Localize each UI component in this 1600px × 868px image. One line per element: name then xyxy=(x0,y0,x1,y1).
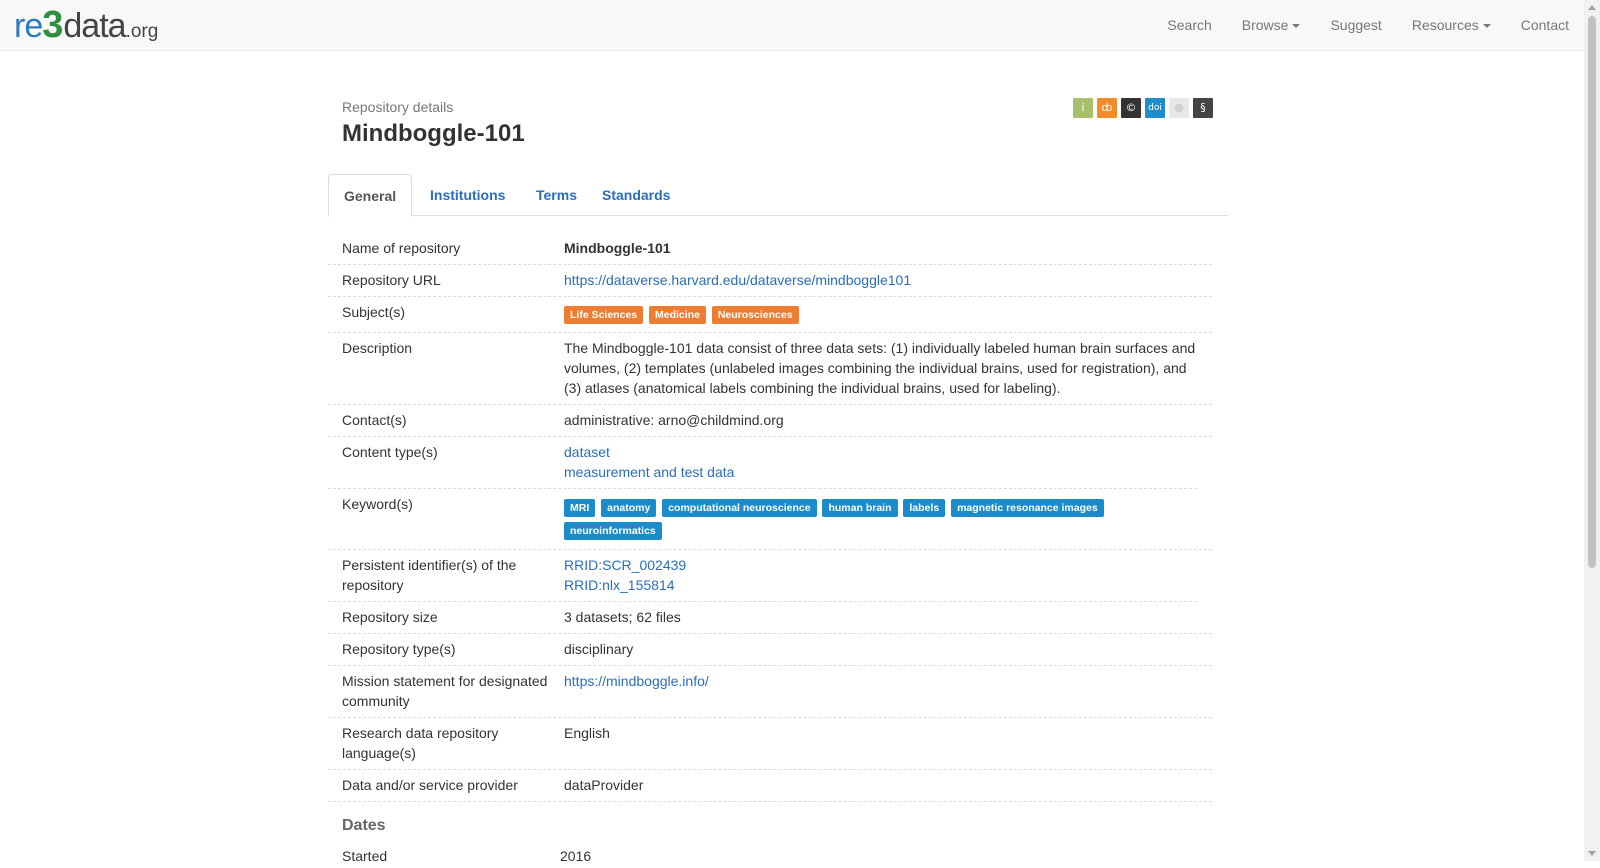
repository-badges: i ȸ © doi ● § xyxy=(1073,98,1213,118)
mission-link[interactable]: https://mindboggle.info/ xyxy=(564,673,709,689)
vertical-scrollbar[interactable] xyxy=(1584,0,1600,861)
language-value: English xyxy=(564,725,610,741)
logo-three: 3 xyxy=(42,4,64,46)
nav-browse-label: Browse xyxy=(1241,17,1289,33)
scroll-up-arrow-icon[interactable] xyxy=(1588,5,1596,10)
nav-links: Search Browse Suggest Resources Contact xyxy=(1152,0,1584,50)
nav-search-link[interactable]: Search xyxy=(1152,0,1226,50)
navbar: re3data.org Search Browse Suggest Resour… xyxy=(0,0,1584,51)
nav-browse-dropdown[interactable]: Browse xyxy=(1227,0,1316,50)
row-label: Name of repository xyxy=(342,240,461,256)
open-access-icon[interactable]: ȸ xyxy=(1097,98,1117,118)
row-label: Data and/or service provider xyxy=(342,777,518,793)
detail-row-url: Repository URL https://dataverse.harvard… xyxy=(328,265,1212,297)
re3data-logo[interactable]: re3data.org xyxy=(14,4,159,46)
nav-suggest-label: Suggest xyxy=(1330,17,1382,33)
row-label: Description xyxy=(342,340,413,356)
type-value: disciplinary xyxy=(564,641,634,657)
subject-tag[interactable]: Medicine xyxy=(649,306,706,324)
subject-tag[interactable]: Neurosciences xyxy=(711,306,799,324)
content-type-link[interactable]: measurement and test data xyxy=(564,462,1187,482)
caret-down-icon xyxy=(1292,24,1301,29)
repository-details: Name of repository Mindboggle-101 Reposi… xyxy=(328,233,1212,802)
tab-standards[interactable]: Standards xyxy=(587,174,685,216)
nav-resources-label: Resources xyxy=(1411,17,1479,33)
certificate-icon[interactable]: ● xyxy=(1169,98,1189,118)
row-label: Repository size xyxy=(342,609,438,625)
row-label: Mission statement for designated communi… xyxy=(342,673,548,709)
row-label: Contact(s) xyxy=(342,412,407,428)
caret-down-icon xyxy=(1482,24,1491,29)
page-title: Mindboggle-101 xyxy=(342,120,525,147)
keyword-tag[interactable]: MRI xyxy=(564,499,596,517)
row-label: Research data repository language(s) xyxy=(342,725,499,761)
repository-name-value: Mindboggle-101 xyxy=(564,240,671,256)
subject-tag[interactable]: Life Sciences xyxy=(564,306,644,324)
detail-row-size: Repository size 3 datasets; 62 files xyxy=(328,602,1212,634)
logo-org: .org xyxy=(125,21,159,42)
detail-row-provider: Data and/or service provider dataProvide… xyxy=(328,770,1212,802)
dates-section-title: Dates xyxy=(342,817,386,834)
keyword-tag[interactable]: anatomy xyxy=(601,499,657,517)
row-label: Persistent identifier(s) of the reposito… xyxy=(342,557,517,593)
keyword-tag[interactable]: magnetic resonance images xyxy=(951,499,1104,517)
detail-row-language: Research data repository language(s) Eng… xyxy=(328,718,1212,770)
pid-link[interactable]: RRID:nlx_155814 xyxy=(564,575,1187,595)
detail-row-description: Description The Mindboggle-101 data cons… xyxy=(328,333,1212,405)
started-value: 2016 xyxy=(560,848,592,864)
started-row: Started 2016 xyxy=(342,848,942,868)
keyword-tag[interactable]: labels xyxy=(903,499,946,517)
detail-row-persistent-identifiers: Persistent identifier(s) of the reposito… xyxy=(328,550,1197,602)
page-subtitle: Repository details xyxy=(342,99,454,115)
nav-search-label: Search xyxy=(1167,17,1212,33)
nav-resources-dropdown[interactable]: Resources xyxy=(1397,0,1506,50)
scroll-down-arrow-icon[interactable] xyxy=(1588,851,1596,856)
copyright-icon[interactable]: © xyxy=(1121,98,1141,118)
keyword-tag[interactable]: computational neuroscience xyxy=(662,499,817,517)
size-value: 3 datasets; 62 files xyxy=(564,609,681,625)
tab-terms[interactable]: Terms xyxy=(521,174,592,216)
info-icon[interactable]: i xyxy=(1073,98,1093,118)
scroll-thumb[interactable] xyxy=(1588,16,1596,568)
detail-row-content-types: Content type(s) dataset measurement and … xyxy=(328,437,1197,489)
doi-icon[interactable]: doi xyxy=(1145,98,1165,118)
pid-link[interactable]: RRID:SCR_002439 xyxy=(564,555,1187,575)
detail-row-type: Repository type(s) disciplinary xyxy=(328,634,1212,666)
row-label: Subject(s) xyxy=(342,304,406,320)
detail-row-mission: Mission statement for designated communi… xyxy=(328,666,1212,718)
row-label: Keyword(s) xyxy=(342,496,413,512)
detail-row-contacts: Contact(s) administrative: arno@childmin… xyxy=(328,405,1212,437)
description-value: The Mindboggle-101 data consist of three… xyxy=(564,340,1196,396)
repository-url-link[interactable]: https://dataverse.harvard.edu/dataverse/… xyxy=(564,272,911,288)
content-type-link[interactable]: dataset xyxy=(564,442,1187,462)
row-label: Repository URL xyxy=(342,272,441,288)
row-label: Content type(s) xyxy=(342,444,438,460)
contact-value: administrative: arno@childmind.org xyxy=(564,412,784,428)
nav-contact-label: Contact xyxy=(1520,17,1569,33)
nav-suggest-link[interactable]: Suggest xyxy=(1315,0,1396,50)
keyword-tag[interactable]: human brain xyxy=(822,499,898,517)
row-label: Repository type(s) xyxy=(342,641,456,657)
detail-row-subjects: Subject(s) Life Sciences Medicine Neuros… xyxy=(328,297,1212,333)
tab-general[interactable]: General xyxy=(328,174,412,217)
nav-contact-link[interactable]: Contact xyxy=(1506,0,1584,50)
detail-row-name: Name of repository Mindboggle-101 xyxy=(328,233,1212,265)
detail-row-keywords: Keyword(s) MRI anatomy computational neu… xyxy=(328,489,1212,550)
detail-tabs: General Institutions Terms Standards xyxy=(328,174,1228,217)
tab-institutions[interactable]: Institutions xyxy=(415,174,520,216)
logo-data: data xyxy=(63,7,126,45)
keyword-tag[interactable]: neuroinformatics xyxy=(564,522,662,540)
started-label: Started xyxy=(342,848,388,864)
provider-value: dataProvider xyxy=(564,777,644,793)
logo-re: re xyxy=(14,7,43,45)
policy-icon[interactable]: § xyxy=(1193,98,1213,118)
